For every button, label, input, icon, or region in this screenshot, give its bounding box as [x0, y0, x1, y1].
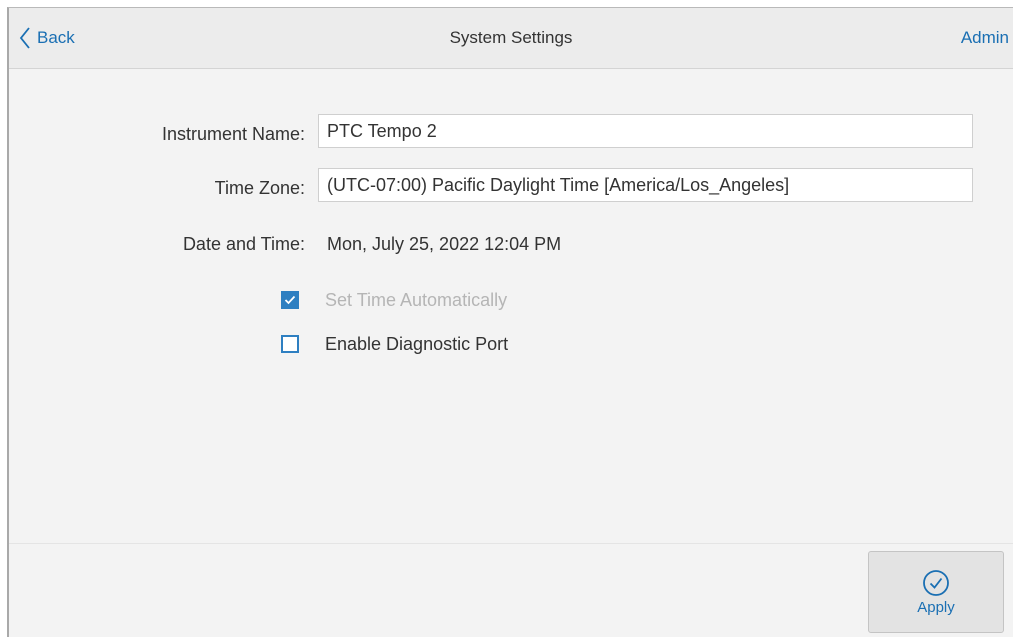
instrument-name-input[interactable] — [318, 114, 973, 148]
header-bar: Back System Settings Admin — [9, 8, 1013, 69]
apply-button[interactable]: Apply — [868, 551, 1004, 633]
checkmark-icon — [284, 295, 296, 305]
time-zone-field[interactable] — [318, 168, 973, 202]
set-time-automatically-label: Set Time Automatically — [325, 289, 508, 310]
time-zone-label: Time Zone: — [214, 178, 305, 198]
date-time-value: Mon, July 25, 2022 12:04 PM — [327, 234, 562, 254]
set-time-automatically-checkbox[interactable]: Set Time Automatically — [281, 288, 507, 312]
instrument-name-label: Instrument Name: — [161, 124, 305, 144]
page-title: System Settings — [449, 28, 573, 47]
enable-diagnostic-port-checkbox[interactable]: Enable Diagnostic Port — [281, 332, 508, 356]
app-window: Back System Settings Admin Instrument Na… — [7, 7, 1013, 637]
enable-diagnostic-port-label: Enable Diagnostic Port — [325, 333, 509, 354]
checkbox-checked — [281, 291, 299, 309]
user-menu-button[interactable]: Admin — [961, 28, 1009, 48]
check-circle-icon — [923, 569, 949, 596]
footer-divider — [9, 543, 1013, 544]
apply-label: Apply — [917, 598, 955, 616]
checkbox-unchecked — [281, 335, 299, 353]
date-time-label: Date and Time: — [182, 234, 305, 254]
